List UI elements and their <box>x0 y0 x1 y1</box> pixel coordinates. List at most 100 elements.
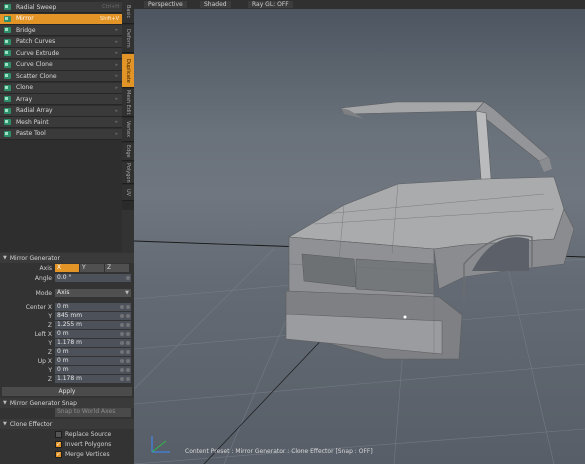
tool-mirror[interactable]: Mirror Shift+V <box>0 13 122 25</box>
center-x-value: 0 m <box>57 303 69 310</box>
tool-array[interactable]: Array ▸ <box>0 94 122 105</box>
expand-arrow-icon: ▸ <box>115 107 118 114</box>
center-z-value: 1.255 m <box>57 321 82 328</box>
center-y-field[interactable]: 845 mm <box>55 312 131 320</box>
axis-z-button[interactable]: Z <box>105 264 129 272</box>
up-y-field[interactable]: 0 m <box>55 366 131 374</box>
center-z-label: Z <box>47 322 52 329</box>
shaded-button[interactable]: Shaded <box>200 1 231 8</box>
expand-arrow-icon: ▸ <box>115 96 118 102</box>
tool-shortcut: Shift+V <box>100 15 119 22</box>
tool-paste-tool[interactable]: Paste Tool ▸ <box>0 128 122 140</box>
collapse-triangle-icon: ▼ <box>3 400 7 406</box>
toolbox-list: Radial Sweep Ctrl+H Mirror Shift+V Bridge ▸ Pa… <box>0 0 122 252</box>
apply-button[interactable]: Apply <box>2 387 132 396</box>
expand-arrow-icon: ▸ <box>115 50 118 56</box>
center-z-field[interactable]: 1.255 m <box>55 321 131 329</box>
axis-y-button[interactable]: Y <box>80 264 104 272</box>
invert-polygons-label: Invert Polygons <box>65 441 112 448</box>
left-z-row: Z 0 m <box>0 348 134 357</box>
side-tab-mesh-edit[interactable]: Mesh Edit <box>122 89 134 117</box>
field-dot-icon <box>120 314 124 318</box>
raygl-button[interactable]: Ray GL: OFF <box>248 1 293 8</box>
tool-radial-array[interactable]: Radial Array ▸ <box>0 105 122 117</box>
cursor-icon <box>403 315 407 319</box>
tool-curve-clone[interactable]: Curve Clone ▸ <box>0 59 122 71</box>
tool-label: Paste Tool <box>16 130 46 137</box>
replace-source-row: Replace Source <box>0 430 134 439</box>
side-tab-basic[interactable]: Basic <box>122 0 134 24</box>
up-z-field[interactable]: 1.178 m <box>55 375 131 383</box>
left-y-field[interactable]: 1.178 m <box>55 339 131 347</box>
invert-polygons-checkbox[interactable]: ✓ <box>55 441 62 448</box>
tool-mesh-paint[interactable]: Mesh Paint ▸ <box>0 117 122 128</box>
side-tab-uv[interactable]: UV <box>122 185 134 201</box>
tool-label: Scatter Clone <box>16 72 57 80</box>
mode-value: Axis <box>57 289 70 296</box>
angle-field[interactable]: 0.0 ° <box>55 274 131 282</box>
up-y-label: Y <box>48 367 52 374</box>
tool-scatter-clone[interactable]: Scatter Clone ▸ <box>0 71 122 82</box>
tool-label: Array <box>16 95 33 103</box>
radial-array-icon <box>3 107 12 115</box>
side-tab-strip: Basic Deform Duplicate Mesh Edit Vertex Edge P… <box>122 0 134 210</box>
mirror-snap-header[interactable]: ▼ Mirror Generator Snap <box>0 398 134 408</box>
up-z-row: Z 1.178 m <box>0 375 134 384</box>
side-tab-vertex[interactable]: Vertex <box>122 118 134 142</box>
tool-label: Curve Clone <box>16 61 53 68</box>
field-dot-icon <box>126 377 130 381</box>
tool-radial-sweep[interactable]: Radial Sweep Ctrl+H <box>0 2 122 13</box>
dropdown-arrow-icon: ▼ <box>125 290 129 296</box>
center-y-row: Y 845 mm <box>0 312 134 321</box>
tool-curve-extrude[interactable]: Curve Extrude ▸ <box>0 48 122 59</box>
mode-dropdown[interactable]: Axis ▼ <box>55 289 131 297</box>
collapse-triangle-icon: ▼ <box>3 255 7 261</box>
merge-vertices-label: Merge Vertices <box>65 451 110 458</box>
center-x-row: Center X 0 m <box>0 303 134 312</box>
invert-polygons-row: ✓ Invert Polygons <box>0 440 134 449</box>
patch-curves-icon <box>3 38 12 46</box>
side-tab-deform[interactable]: Deform <box>122 25 134 53</box>
side-tab-polygon[interactable]: Polygon <box>122 162 134 184</box>
viewport-3d[interactable]: Perspective Shaded Ray GL: OFF Content P… <box>134 0 585 464</box>
tool-patch-curves[interactable]: Patch Curves ▸ <box>0 36 122 48</box>
replace-source-checkbox[interactable] <box>55 431 62 438</box>
curve-extrude-icon <box>3 49 12 57</box>
left-z-field[interactable]: 0 m <box>55 348 131 356</box>
mirror-generator-header[interactable]: ▼ Mirror Generator <box>0 253 134 263</box>
field-dot-icon <box>126 350 130 354</box>
clone-effector-header[interactable]: ▼ Clone Effector <box>0 419 134 429</box>
left-z-value: 0 m <box>57 348 69 355</box>
field-dot-icon <box>120 305 124 309</box>
left-y-value: 1.178 m <box>57 339 82 346</box>
tool-clone[interactable]: Clone ▸ <box>0 82 122 94</box>
center-x-field[interactable]: 0 m <box>55 303 131 311</box>
tool-bridge[interactable]: Bridge ▸ <box>0 25 122 36</box>
replace-source-label: Replace Source <box>65 431 112 438</box>
side-tab-edge[interactable]: Edge <box>122 143 134 161</box>
merge-vertices-row: ✓ Merge Vertices <box>0 450 134 459</box>
snap-to-world-axes-button[interactable]: Snap to World Axes <box>55 408 131 417</box>
angle-row: Angle 0.0 ° <box>0 274 134 283</box>
field-dot-icon <box>120 359 124 363</box>
up-x-value: 0 m <box>57 357 69 364</box>
view-axis-gizmo-icon <box>151 436 170 453</box>
mirror-snap-title: Mirror Generator Snap <box>9 399 77 407</box>
perspective-button[interactable]: Perspective <box>144 1 187 8</box>
field-dot-icon <box>120 350 124 354</box>
tool-label: Radial Sweep <box>16 3 57 11</box>
tool-label: Clone <box>16 84 34 91</box>
side-tab-duplicate[interactable]: Duplicate <box>122 54 134 88</box>
left-x-label: Left X <box>34 331 52 338</box>
axis-x-button[interactable]: X <box>55 264 79 272</box>
center-y-label: Y <box>48 313 52 320</box>
field-dot-icon <box>120 332 124 336</box>
bridge-icon <box>3 26 12 34</box>
up-x-field[interactable]: 0 m <box>55 357 131 365</box>
expand-arrow-icon: ▸ <box>115 61 118 68</box>
merge-vertices-checkbox[interactable]: ✓ <box>55 451 62 458</box>
field-dot-icon <box>120 368 124 372</box>
left-x-field[interactable]: 0 m <box>55 330 131 338</box>
field-dot-icon <box>120 377 124 381</box>
side-tab-label: Duplicate <box>125 58 131 83</box>
